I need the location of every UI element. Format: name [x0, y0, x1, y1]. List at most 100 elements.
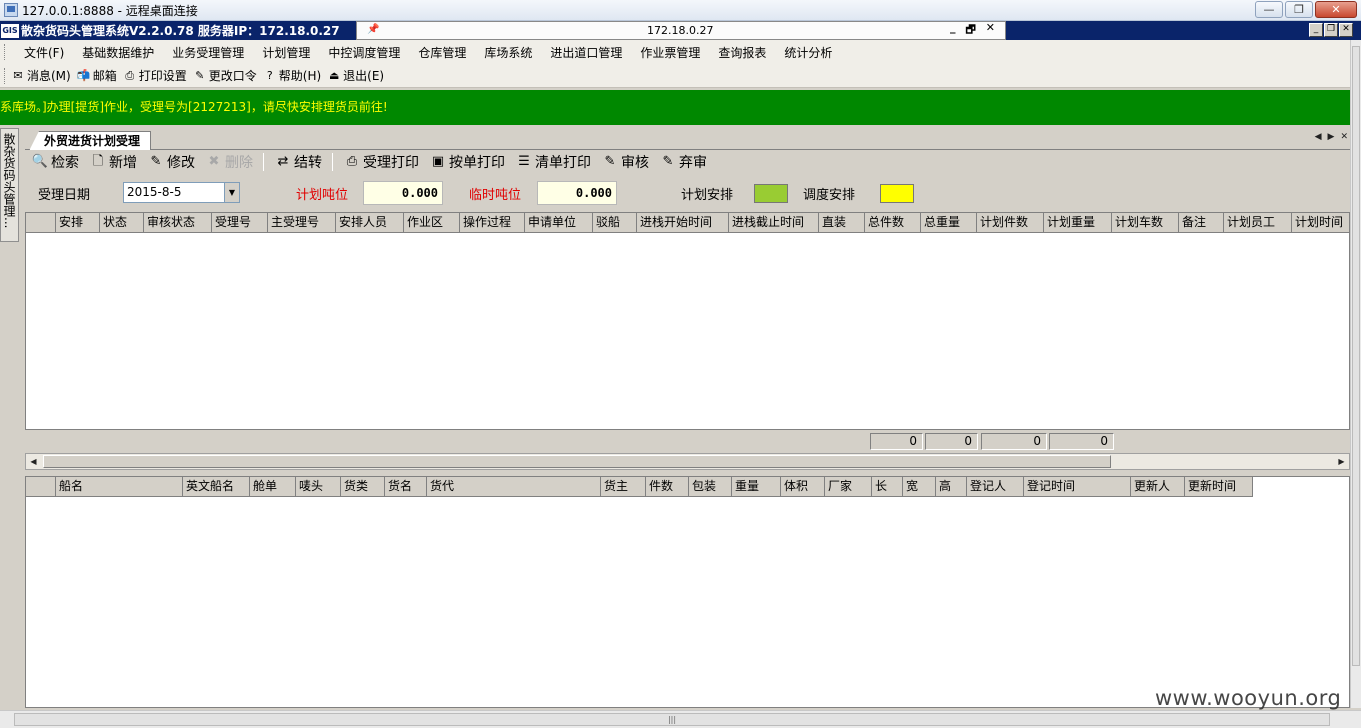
plan-grid-hscroll-thumb[interactable]	[43, 455, 1111, 468]
plan-grid-column-header[interactable]: 总重量	[921, 213, 977, 233]
app-close-button[interactable]: ✕	[1339, 23, 1353, 37]
action-button-1[interactable]: 🗋 新增	[89, 152, 137, 172]
cargo-grid-column-header[interactable]: 货名	[385, 477, 427, 497]
plan-grid-column-header[interactable]: 计划时间	[1292, 213, 1349, 233]
cargo-grid-column-header[interactable]	[26, 477, 56, 497]
tab-prev-icon[interactable]: ◀	[1315, 132, 1322, 142]
app-minimize-button[interactable]: _	[1309, 23, 1323, 37]
menu-item-2[interactable]: 业务受理管理	[163, 44, 253, 61]
plan-grid-column-header[interactable]: 备注	[1179, 213, 1224, 233]
plan-grid-column-header[interactable]: 申请单位	[525, 213, 593, 233]
plan-grid[interactable]: 安排 状态 审核状态 受理号 主受理号 安排人员 作业区 操作过程 申请单位 驳船 进栈开始时间 进栈…	[25, 212, 1350, 430]
cargo-grid-column-header[interactable]: 登记人	[967, 477, 1024, 497]
cargo-grid-column-header[interactable]: 货代	[427, 477, 601, 497]
plan-grid-column-header[interactable]: 进栈开始时间	[637, 213, 729, 233]
cargo-grid-column-header[interactable]: 高	[936, 477, 967, 497]
scroll-left-icon[interactable]: ◀	[26, 454, 41, 469]
app-restore-button[interactable]: ❐	[1324, 23, 1338, 37]
date-picker[interactable]: 2015-8-5 ▼	[123, 182, 240, 203]
tab-foreign-trade-inbound-plan[interactable]: 外贸进货计划受理	[29, 131, 152, 151]
plan-grid-column-header[interactable]: 计划重量	[1044, 213, 1112, 233]
menu-item-0[interactable]: 文件(F)	[15, 44, 73, 61]
cargo-grid-column-header[interactable]: 舱单	[250, 477, 296, 497]
side-panel-tab[interactable]: 散杂货码头管理...	[0, 128, 19, 242]
cargo-grid-column-header[interactable]: 英文船名	[183, 477, 250, 497]
action-button-6[interactable]: ▣ 按单打印	[429, 152, 505, 172]
toolbar-item-3[interactable]: ✎ 更改口令	[193, 67, 257, 84]
plan-grid-column-header[interactable]	[26, 213, 56, 233]
rdp-close-button[interactable]: ✕	[986, 21, 995, 40]
chevron-down-icon[interactable]: ▼	[224, 183, 239, 202]
pin-icon[interactable]: 📌	[367, 24, 383, 37]
restore-button[interactable]: ❐	[1285, 1, 1313, 18]
plan-grid-column-header[interactable]: 审核状态	[144, 213, 212, 233]
action-button-5[interactable]: ⎙ 受理打印	[343, 152, 419, 172]
action-button-2[interactable]: ✎ 修改	[147, 152, 195, 172]
menu-item-5[interactable]: 仓库管理	[409, 44, 475, 61]
cargo-detail-grid[interactable]: 船名 英文船名 舱单 唛头 货类 货名 货代 货主 件数 包装 重量 体积 厂家长宽高登记人 登记时间 更新…	[25, 476, 1350, 708]
plan-grid-column-header[interactable]: 安排人员	[336, 213, 404, 233]
action-button-4[interactable]: ⇄ 结转	[274, 152, 322, 172]
rdp-restore-button[interactable]: 🗗	[965, 21, 975, 40]
toolbar-item-2[interactable]: ⎙ 打印设置	[123, 67, 186, 84]
plan-grid-column-header[interactable]: 计划员工	[1224, 213, 1292, 233]
plan-grid-column-header[interactable]: 进栈截止时间	[729, 213, 819, 233]
cargo-grid-column-header[interactable]: 件数	[646, 477, 689, 497]
cargo-grid-column-header[interactable]: 登记时间	[1024, 477, 1131, 497]
tab-close-icon[interactable]: ✕	[1340, 132, 1348, 142]
plan-grid-column-header[interactable]: 主受理号	[268, 213, 336, 233]
menu-item-9[interactable]: 查询报表	[709, 44, 775, 61]
plan-grid-column-header[interactable]: 受理号	[212, 213, 268, 233]
menu-item-10[interactable]: 统计分析	[775, 44, 841, 61]
scroll-right-icon[interactable]: ▶	[1334, 454, 1349, 469]
cargo-grid-column-header[interactable]: 重量	[732, 477, 781, 497]
cargo-grid-column-header[interactable]: 宽	[903, 477, 936, 497]
plan-tonnage-field[interactable]: 0.000	[363, 181, 443, 205]
cargo-grid-column-header[interactable]: 长	[872, 477, 903, 497]
action-button-3[interactable]: ✖ 删除	[205, 152, 253, 172]
toolbar-item-4[interactable]: ? 帮助(H)	[263, 67, 321, 84]
temp-tonnage-field[interactable]: 0.000	[537, 181, 617, 205]
toolbar-item-1[interactable]: 📬 邮箱	[77, 67, 117, 84]
cargo-grid-column-header[interactable]: 货类	[341, 477, 385, 497]
cargo-grid-column-header[interactable]: 货主	[601, 477, 646, 497]
close-button[interactable]: ✕	[1315, 1, 1357, 18]
minimize-button[interactable]: —	[1255, 1, 1283, 18]
action-button-8[interactable]: ✎ 审核	[601, 152, 649, 172]
menu-item-3[interactable]: 计划管理	[253, 44, 319, 61]
plan-grid-hscrollbar[interactable]: ◀ ▶	[25, 453, 1350, 470]
plan-grid-column-header[interactable]: 安排	[56, 213, 100, 233]
menu-item-7[interactable]: 进出道口管理	[541, 44, 631, 61]
plan-grid-column-header[interactable]: 状态	[100, 213, 144, 233]
action-button-0[interactable]: 🔍 检索	[31, 152, 79, 172]
action-button-9[interactable]: ✎ 弃审	[659, 152, 707, 172]
cargo-grid-column-header[interactable]: 厂家	[825, 477, 872, 497]
menu-item-1[interactable]: 基础数据维护	[73, 44, 163, 61]
plan-grid-column-header[interactable]: 操作过程	[460, 213, 525, 233]
cargo-grid-column-header[interactable]: 更新人	[1131, 477, 1185, 497]
plan-grid-column-header[interactable]: 直装	[819, 213, 865, 233]
cargo-grid-column-header[interactable]: 船名	[56, 477, 183, 497]
plan-grid-column-header[interactable]: 计划车数	[1112, 213, 1179, 233]
cargo-grid-column-header[interactable]: 体积	[781, 477, 825, 497]
vertical-scrollbar[interactable]	[1350, 40, 1361, 708]
horizontal-scrollbar[interactable]: |||	[0, 710, 1361, 728]
cargo-grid-column-header[interactable]: 更新时间	[1185, 477, 1253, 497]
action-button-7[interactable]: ☰ 清单打印	[515, 152, 591, 172]
tab-next-icon[interactable]: ▶	[1328, 132, 1335, 142]
window-controls: — ❐ ✕	[1255, 1, 1357, 18]
toolbar-item-5[interactable]: ⏏ 退出(E)	[327, 67, 384, 84]
menu-item-8[interactable]: 作业票管理	[631, 44, 709, 61]
plan-grid-column-header[interactable]: 计划件数	[977, 213, 1044, 233]
rdp-minimize-button[interactable]: _	[950, 21, 956, 40]
horizontal-scrollbar-thumb[interactable]: |||	[14, 713, 1330, 726]
plan-grid-column-header[interactable]: 驳船	[593, 213, 637, 233]
vertical-scrollbar-thumb[interactable]	[1352, 46, 1360, 666]
plan-grid-column-header[interactable]: 作业区	[404, 213, 460, 233]
toolbar-item-0[interactable]: ✉ 消息(M)	[11, 67, 70, 84]
menu-item-4[interactable]: 中控调度管理	[319, 44, 409, 61]
cargo-grid-column-header[interactable]: 唛头	[296, 477, 341, 497]
menu-item-6[interactable]: 库场系统	[475, 44, 541, 61]
plan-grid-column-header[interactable]: 总件数	[865, 213, 921, 233]
cargo-grid-column-header[interactable]: 包装	[689, 477, 732, 497]
